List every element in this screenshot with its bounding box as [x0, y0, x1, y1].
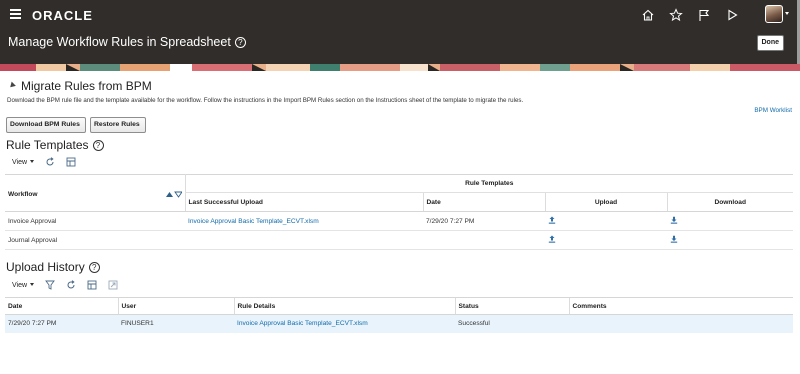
cell-download	[667, 211, 793, 231]
star-icon[interactable]	[669, 8, 683, 22]
rule-templates-title: Rule Templates	[6, 138, 89, 152]
view-menu[interactable]: View	[12, 158, 35, 166]
column-header-user[interactable]: User	[117, 297, 234, 315]
cell-date: 7/29/20 7:27 PM	[423, 211, 545, 231]
help-icon[interactable]: ?	[234, 37, 246, 48]
upload-history-header: Upload History?	[6, 260, 100, 274]
table-row[interactable]: 7/29/20 7:27 PM FINUSER1 Invoice Approva…	[5, 314, 793, 333]
cell-last-upload-link[interactable]	[185, 230, 423, 250]
column-header-status[interactable]: Status	[454, 297, 569, 315]
restore-rules-button[interactable]: Restore Rules	[90, 117, 146, 133]
column-header-download[interactable]: Download	[666, 192, 793, 212]
table-header-row: Date User Rule Details Status Comments	[5, 297, 793, 315]
filter-icon[interactable]	[45, 280, 55, 290]
chevron-down-icon	[30, 282, 35, 286]
column-header-last-upload[interactable]: Last Successful Upload	[184, 192, 423, 212]
global-icons	[641, 8, 739, 22]
chevron-down-icon	[30, 159, 35, 163]
home-icon[interactable]	[641, 8, 655, 22]
table-header-row: Workflow Rule Templates	[5, 174, 793, 212]
rule-templates-header: Rule Templates?	[6, 138, 104, 152]
freeze-icon[interactable]	[87, 280, 97, 290]
download-bpm-rules-button[interactable]: Download BPM Rules	[6, 117, 86, 133]
decorative-banner	[0, 64, 800, 71]
migrate-section-title: Migrate Rules from BPM	[21, 79, 152, 93]
upload-history-title: Upload History	[6, 260, 85, 274]
refresh-icon[interactable]	[66, 280, 76, 290]
upload-icon[interactable]	[548, 235, 556, 245]
upload-history-table: Date User Rule Details Status Comments 7…	[5, 297, 793, 333]
view-menu[interactable]: View	[12, 281, 35, 289]
oracle-logo: ORACLE	[32, 8, 93, 23]
cell-upload	[545, 211, 667, 231]
download-icon[interactable]	[670, 235, 678, 245]
avatar[interactable]	[765, 5, 783, 23]
column-label: Workflow	[8, 190, 38, 198]
detach-icon[interactable]	[108, 280, 118, 290]
page-title-text: Manage Workflow Rules in Spreadsheet	[8, 35, 231, 49]
view-menu-label: View	[12, 158, 28, 166]
chevron-down-icon[interactable]	[785, 12, 789, 15]
help-icon[interactable]: ?	[92, 140, 104, 151]
cell-last-upload-link[interactable]: Invoice Approval Basic Template_ECVT.xls…	[185, 211, 423, 231]
refresh-icon[interactable]	[45, 157, 55, 167]
cell-status: Successful	[455, 314, 569, 333]
column-header-date[interactable]: Date	[422, 192, 545, 212]
column-header-workflow[interactable]: Workflow	[5, 174, 185, 212]
cell-workflow: Journal Approval	[5, 230, 185, 250]
table-row[interactable]: Invoice Approval Invoice Approval Basic …	[5, 211, 793, 231]
column-header-rule-details[interactable]: Rule Details	[233, 297, 455, 315]
column-group-rule-templates: Rule Templates	[184, 174, 793, 193]
view-menu-label: View	[12, 281, 28, 289]
migrate-section-header[interactable]: Migrate Rules from BPM	[8, 79, 152, 93]
help-icon[interactable]: ?	[88, 262, 100, 273]
flag-icon[interactable]	[697, 8, 711, 22]
cell-rule-details-link[interactable]: Invoice Approval Basic Template_ECVT.xls…	[234, 314, 455, 333]
freeze-icon[interactable]	[66, 157, 76, 167]
column-header-upload[interactable]: Upload	[544, 192, 667, 212]
cell-download	[667, 230, 793, 250]
rule-templates-table: Workflow Rule Templates Last Successful …	[5, 174, 793, 250]
page-title: Manage Workflow Rules in Spreadsheet?	[8, 35, 246, 49]
bpm-worklist-link[interactable]: BPM Worklist	[754, 107, 792, 114]
migrate-description: Download the BPM rule file and the templ…	[7, 97, 524, 104]
cell-date	[423, 230, 545, 250]
cell-comments	[569, 314, 793, 333]
cell-date: 7/29/20 7:27 PM	[5, 314, 118, 333]
upload-history-toolbar: View	[12, 280, 118, 290]
cell-workflow: Invoice Approval	[5, 211, 185, 231]
download-icon[interactable]	[670, 216, 678, 226]
rule-templates-toolbar: View	[12, 157, 76, 167]
column-header-comments[interactable]: Comments	[568, 297, 793, 315]
done-button[interactable]: Done	[756, 35, 784, 51]
global-header: ORACLE Manage Workflow Rules in Spreadsh…	[0, 0, 800, 64]
disclosure-triangle-icon[interactable]	[8, 81, 16, 90]
play-icon[interactable]	[725, 8, 739, 22]
upload-icon[interactable]	[548, 216, 556, 226]
sort-icon[interactable]	[165, 191, 183, 200]
column-header-date[interactable]: Date	[5, 297, 118, 315]
hamburger-icon[interactable]	[10, 9, 21, 19]
cell-user: FINUSER1	[118, 314, 234, 333]
table-row[interactable]: Journal Approval	[5, 230, 793, 250]
cell-upload	[545, 230, 667, 250]
